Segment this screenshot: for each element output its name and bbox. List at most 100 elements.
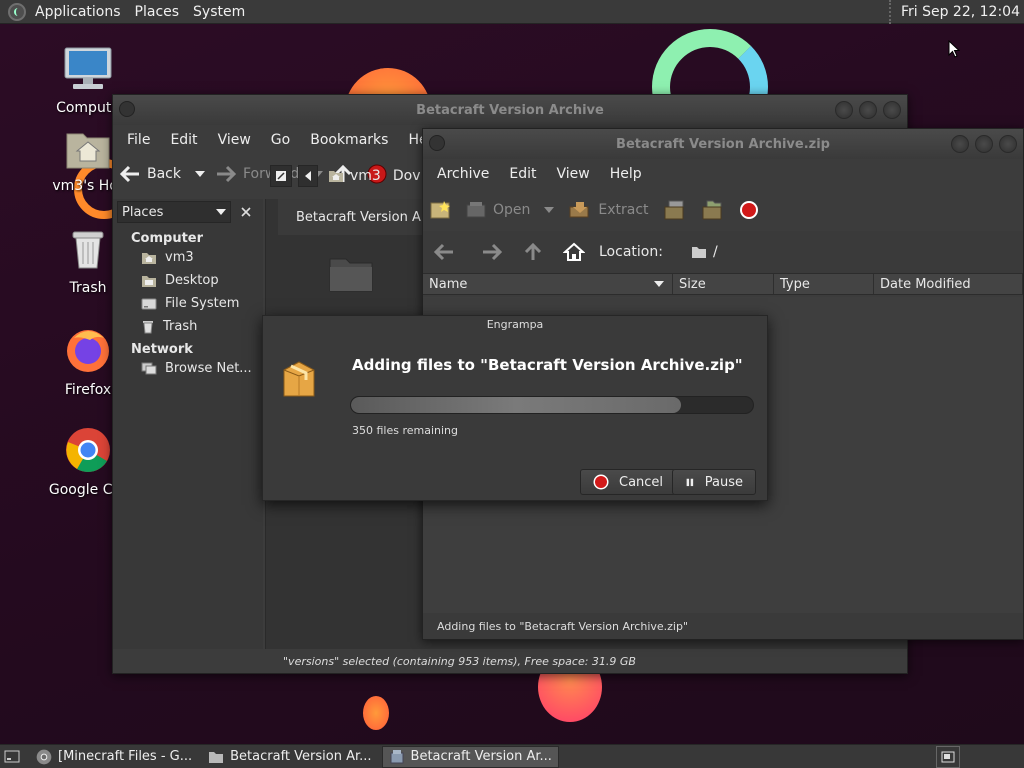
add-files-icon: [664, 200, 684, 220]
sidebar-item-vm3[interactable]: vm3: [113, 246, 263, 269]
sidebar-item-filesystem[interactable]: File System: [113, 292, 263, 315]
engrampa-titlebar[interactable]: Betacraft Version Archive.zip: [423, 129, 1023, 159]
extract-label: Extract: [598, 202, 649, 218]
tab-folder[interactable]: Betacraft Version Arch: [278, 199, 438, 235]
package-icon: [283, 361, 315, 397]
column-label: Name: [429, 276, 468, 292]
stop-button[interactable]: [739, 200, 759, 220]
sidebar-section-computer: Computer: [131, 231, 204, 246]
mate-logo-icon[interactable]: [8, 2, 26, 21]
arrow-left-icon[interactable]: [433, 243, 455, 261]
menu-file[interactable]: File: [117, 132, 160, 148]
system-menu[interactable]: System: [186, 4, 252, 20]
column-label: Date Modified: [880, 276, 971, 292]
task-label: Betacraft Version Ar...: [230, 749, 372, 764]
applications-menu[interactable]: Applications: [28, 4, 128, 20]
caja-titlebar[interactable]: Betacraft Version Archive: [113, 95, 907, 125]
caja-sidebar: Places Computer vm3 Desktop File System …: [113, 199, 263, 649]
places-label: Places: [122, 204, 164, 220]
desktop-folder-icon: [142, 275, 156, 287]
stop-icon: [593, 474, 609, 490]
top-panel: Applications Places System Fri Sep 22, 1…: [0, 0, 1024, 24]
menu-edit[interactable]: Edit: [160, 132, 207, 148]
cancel-button[interactable]: Cancel: [580, 469, 677, 495]
trash-icon: [72, 231, 104, 269]
window-title: Betacraft Version Archive.zip: [616, 136, 830, 152]
sidebar-item-trash[interactable]: Trash: [113, 315, 263, 338]
new-archive-icon: [430, 201, 450, 219]
sidebar-type-select[interactable]: Places: [117, 201, 231, 223]
sidebar-item-label: Trash: [163, 319, 198, 334]
location-value[interactable]: /: [713, 244, 718, 260]
open-button[interactable]: Open: [465, 200, 555, 220]
column-label: Size: [679, 276, 706, 292]
taskbar-item-caja[interactable]: Betacraft Version Ar...: [202, 746, 377, 768]
add-files-button[interactable]: [663, 199, 687, 221]
menu-edit[interactable]: Edit: [499, 166, 546, 182]
minimize-button[interactable]: [835, 101, 853, 119]
menu-archive[interactable]: Archive: [427, 166, 499, 182]
chrome-icon: [66, 428, 110, 472]
arrow-up-icon[interactable]: [523, 242, 543, 262]
dialog-title: Engrampa: [486, 318, 544, 331]
close-sidebar-button[interactable]: [235, 201, 257, 223]
chevron-left-icon: [305, 171, 311, 181]
pause-icon: [686, 478, 694, 487]
back-history-dropdown[interactable]: [195, 171, 205, 177]
arrow-right-icon[interactable]: [481, 243, 503, 261]
taskbar-item-chrome[interactable]: [Minecraft Files - G...: [30, 746, 198, 768]
chevron-down-icon: [544, 207, 555, 213]
column-header-type[interactable]: Type: [774, 274, 874, 294]
path-button-vm3[interactable]: vm3: [324, 165, 385, 187]
stop-icon: [739, 201, 758, 219]
window-menu-icon[interactable]: [429, 135, 445, 151]
home-folder-icon: [66, 133, 110, 169]
edit-location-button[interactable]: [270, 165, 292, 187]
maximize-button[interactable]: [859, 101, 877, 119]
menu-bookmarks[interactable]: Bookmarks: [300, 132, 398, 148]
computer-icon: [64, 47, 112, 89]
close-button[interactable]: [999, 135, 1017, 153]
window-title: Betacraft Version Archive: [416, 102, 604, 118]
column-label: Type: [780, 276, 810, 292]
places-menu[interactable]: Places: [128, 4, 187, 20]
add-folder-button[interactable]: [701, 199, 725, 221]
folder-icon: [329, 258, 373, 292]
back-button[interactable]: Back: [119, 165, 181, 183]
firefox-icon: [67, 330, 109, 372]
menu-go[interactable]: Go: [261, 132, 300, 148]
column-header-size[interactable]: Size: [673, 274, 774, 294]
sidebar-item-desktop[interactable]: Desktop: [113, 269, 263, 292]
extract-button[interactable]: Extract: [568, 200, 649, 220]
caja-statusbar: "versions" selected (containing 953 item…: [113, 649, 907, 673]
trash-icon: [143, 320, 153, 333]
menu-help[interactable]: Help: [600, 166, 652, 182]
clock[interactable]: Fri Sep 22, 12:04: [888, 0, 1020, 24]
new-archive-button[interactable]: [429, 200, 451, 220]
minimize-button[interactable]: [951, 135, 969, 153]
menu-view[interactable]: View: [208, 132, 261, 148]
arrow-left-icon: [119, 165, 139, 183]
home-folder-icon: [142, 252, 156, 264]
path-label: vm3: [350, 168, 381, 184]
menu-view[interactable]: View: [547, 166, 600, 182]
pause-button[interactable]: Pause: [672, 469, 756, 495]
taskbar-item-engrampa[interactable]: Betacraft Version Ar...: [381, 745, 559, 768]
path-button-downloads[interactable]: Dov: [391, 165, 423, 187]
window-menu-icon[interactable]: [119, 101, 135, 117]
close-button[interactable]: [883, 101, 901, 119]
path-label: Dov: [392, 168, 421, 184]
show-desktop-button[interactable]: [0, 746, 24, 768]
path-scroll-left-button[interactable]: [298, 165, 318, 187]
engrampa-statusbar: Adding files to "Betacraft Version Archi…: [423, 613, 1023, 639]
column-header-date-modified[interactable]: Date Modified: [874, 274, 1023, 294]
wallpaper-small-blob: [363, 696, 389, 730]
workspace-switcher[interactable]: [936, 746, 960, 768]
file-item-versions[interactable]: [328, 253, 374, 297]
workspace-icon: [941, 751, 955, 763]
maximize-button[interactable]: [975, 135, 993, 153]
home-folder-icon: [329, 171, 343, 182]
column-header-name[interactable]: Name: [423, 274, 673, 294]
home-icon[interactable]: [563, 242, 585, 262]
sidebar-item-browse-network[interactable]: Browse Net...: [113, 357, 263, 380]
